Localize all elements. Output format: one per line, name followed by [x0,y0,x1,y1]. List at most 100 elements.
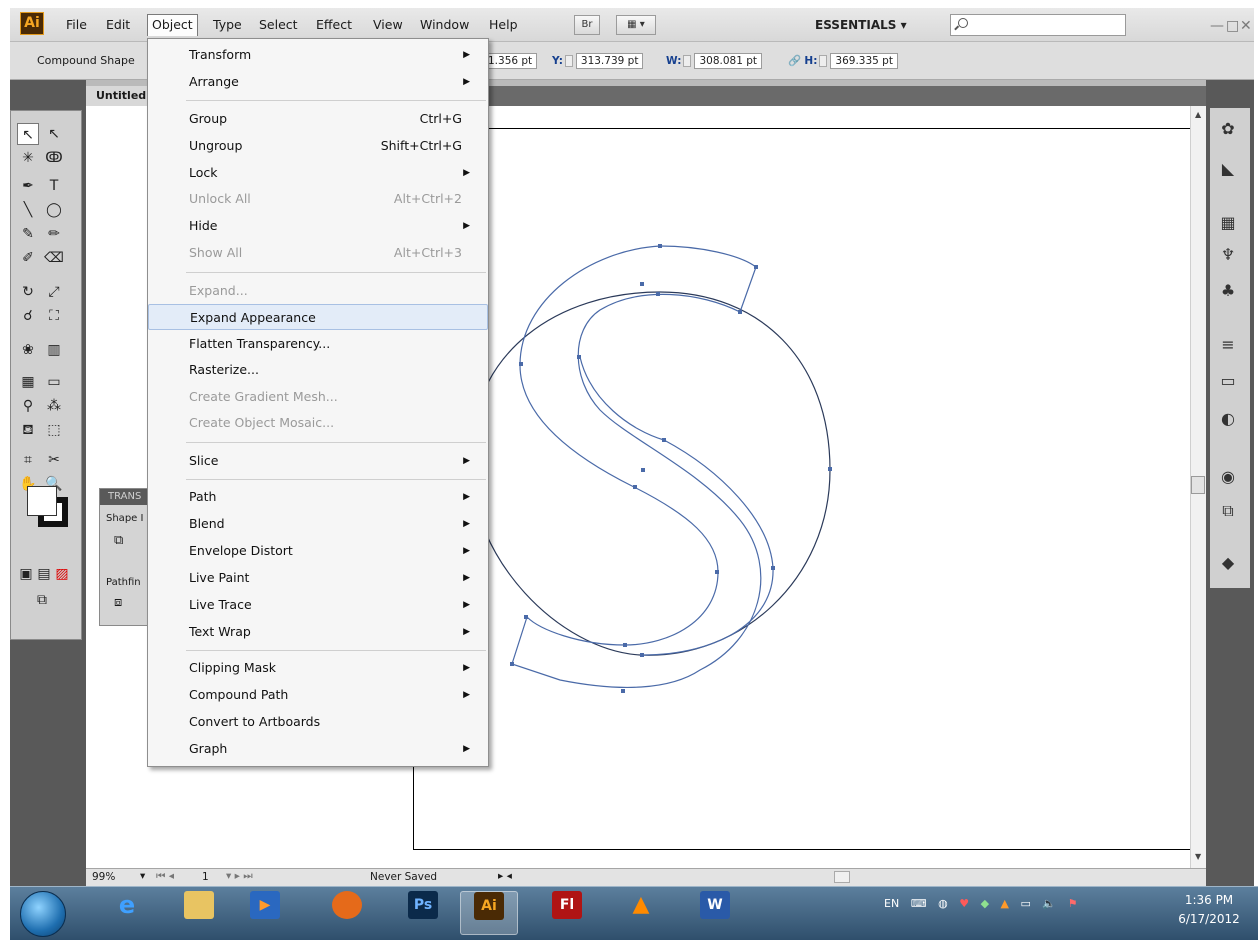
line-tool-icon[interactable]: ╲ [17,199,39,221]
action-center-icon[interactable]: ⚑ [1068,897,1078,910]
menu-item-envelope-distort[interactable]: Envelope Distort ▶ [148,538,488,564]
menu-item-text-wrap[interactable]: Text Wrap ▶ [148,619,488,645]
menu-item-convert-to-artboards[interactable]: Convert to Artboards [148,709,488,735]
anchor-point[interactable] [640,282,644,286]
menu-item-live-trace[interactable]: Live Trace ▶ [148,592,488,618]
transparency-icon[interactable]: ◐ [1216,408,1240,430]
start-button[interactable] [20,891,66,937]
stroke-panel-icon[interactable]: ≡ [1216,334,1240,356]
anchor-point[interactable] [510,662,514,666]
antivirus-icon[interactable]: ♥ [959,897,969,910]
anchor-point[interactable] [828,467,832,471]
divide-icon[interactable]: ⧈ [114,595,122,610]
paintbrush-tool-icon[interactable]: ✎ [17,223,39,245]
anchor-point[interactable] [623,643,627,647]
blend-tool-icon[interactable]: ⁂ [43,395,65,417]
menu-item-path[interactable]: Path ▶ [148,484,488,510]
blob-brush-tool-icon[interactable]: ✐ [17,247,39,269]
symbols-icon[interactable]: ♣ [1216,280,1240,302]
network-icon[interactable]: ◍ [938,897,948,910]
menu-item-slice[interactable]: Slice ▶ [148,448,488,474]
lasso-tool-icon[interactable]: ↂ [43,147,65,169]
anchor-point[interactable] [577,355,581,359]
anchor-point[interactable] [715,570,719,574]
taskbar-firefox[interactable] [318,891,376,935]
menu-item-blend[interactable]: Blend ▶ [148,511,488,537]
artboard-number[interactable]: 1 [202,871,209,883]
gradient-tool-icon[interactable]: ▭ [43,371,65,393]
menu-item-lock[interactable]: Lock ▶ [148,160,488,186]
menu-item-rasterize[interactable]: Rasterize... [148,357,488,383]
anchor-point[interactable] [771,566,775,570]
language-indicator[interactable]: EN [884,897,899,910]
anchor-point[interactable] [519,362,523,366]
taskbar-explorer[interactable] [170,891,228,935]
menu-item-live-paint[interactable]: Live Paint ▶ [148,565,488,591]
zoom-dropdown-icon[interactable]: ▾ [140,870,145,882]
taskbar-word[interactable]: W [686,891,744,935]
graph-tool-icon[interactable]: ▥ [43,339,65,361]
anchor-point[interactable] [633,485,637,489]
anchor-point[interactable] [656,292,660,296]
appearance-icon[interactable]: ◉ [1216,466,1240,488]
layers-icon[interactable]: ◆ [1216,552,1240,574]
document-status[interactable]: Never Saved [370,871,437,883]
warp-tool-icon[interactable]: ☌ [17,305,39,327]
pencil-tool-icon[interactable]: ✏ [43,223,65,245]
zoom-level[interactable]: 99% [92,871,115,883]
menu-item-transform[interactable]: Transform ▶ [148,42,488,68]
status-menu-icon[interactable]: ▸ ◂ [498,870,512,882]
color-panel-icon[interactable]: ◣ [1216,158,1240,180]
menu-item-expand[interactable]: Expand... [148,278,488,304]
menu-item-hide[interactable]: Hide ▶ [148,213,488,239]
anchor-point[interactable] [640,653,644,657]
swatches-icon[interactable]: ▦ [1216,212,1240,234]
scroll-down-icon[interactable]: ▼ [1195,852,1201,861]
anchor-point[interactable] [658,244,662,248]
slice-tool-icon[interactable]: ✂ [43,449,65,471]
menu-item-group[interactable]: Group Ctrl+G [148,106,488,132]
menu-item-ungroup[interactable]: Ungroup Shift+Ctrl+G [148,133,488,159]
display-icon[interactable]: ▭ [1021,897,1031,910]
free-transform-tool-icon[interactable]: ⛶ [43,305,65,327]
symbol-sprayer-tool-icon[interactable]: ❀ [17,339,39,361]
update-icon[interactable]: ◆ [981,897,989,910]
anchor-point[interactable] [662,438,666,442]
keyboard-icon[interactable]: ⌨ [911,897,927,910]
menu-item-clipping-mask[interactable]: Clipping Mask ▶ [148,655,488,681]
anchor-point[interactable] [524,615,528,619]
menu-item-compound-path[interactable]: Compound Path ▶ [148,682,488,708]
horizontal-scroll-thumb[interactable] [834,871,850,883]
menu-item-flatten-transparency[interactable]: Flatten Transparency... [148,331,488,357]
artboard-tool-icon[interactable]: ⌗ [17,449,39,471]
anchor-point[interactable] [641,468,645,472]
taskbar-photoshop[interactable]: Ps [394,891,452,935]
anchor-point[interactable] [738,310,742,314]
brushes-icon[interactable]: ♆ [1216,244,1240,266]
type-tool-icon[interactable]: T [43,175,65,197]
ellipse-tool-icon[interactable]: ◯ [43,199,65,221]
next-artboard-icon[interactable]: ▾ ▸ ⏭ [226,870,253,883]
live-paint-bucket-tool-icon[interactable]: ⛾ [17,419,39,441]
menu-item-create-object-mosaic[interactable]: Create Object Mosaic... [148,410,488,436]
fill-color-swatch[interactable] [27,486,57,516]
menu-item-create-gradient-mesh[interactable]: Create Gradient Mesh... [148,384,488,410]
vlc-tray-icon[interactable]: ▲ [1001,897,1009,910]
anchor-point[interactable] [754,265,758,269]
direct-selection-tool-icon[interactable]: ↖ [43,123,65,145]
gradient-panel-icon[interactable]: ▭ [1216,370,1240,392]
none-mode-icon[interactable]: ▨ [51,563,73,585]
graphic-styles-icon[interactable]: ⧉ [1216,500,1240,522]
menu-item-show-all[interactable]: Show All Alt+Ctrl+3 [148,240,488,266]
eraser-tool-icon[interactable]: ⌫ [43,247,65,269]
menu-item-graph[interactable]: Graph ▶ [148,736,488,762]
taskbar-vlc[interactable]: ▲ [612,891,670,935]
scale-tool-icon[interactable]: ⤢ [43,281,65,303]
eyedropper-tool-icon[interactable]: ⚲ [17,395,39,417]
magic-wand-tool-icon[interactable]: ✳ [17,147,39,169]
taskbar-media-player[interactable]: ▶ [236,891,294,935]
unite-icon[interactable]: ⧉ [114,533,123,548]
menu-item-unlock-all[interactable]: Unlock All Alt+Ctrl+2 [148,186,488,212]
pen-tool-icon[interactable]: ✒ [17,175,39,197]
selection-tool-icon[interactable]: ↖ [17,123,39,145]
